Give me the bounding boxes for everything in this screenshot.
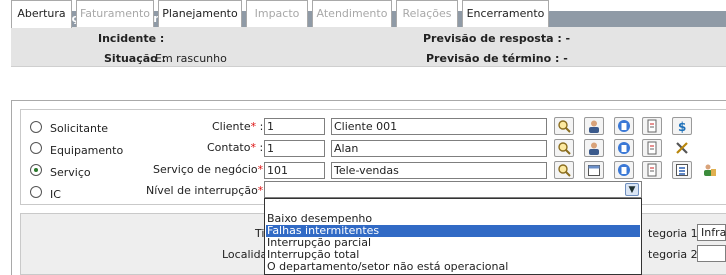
categoria2-input[interactable]: [697, 245, 726, 262]
document-contato-button[interactable]: [642, 139, 662, 157]
svg-text:$: $: [678, 120, 686, 133]
previsao-termino: Previsão de término : -: [426, 52, 568, 65]
localidade-label: Localida: [222, 248, 268, 261]
categoria1-input[interactable]: Infra: [697, 224, 726, 241]
nivel-label: Nível de interrupção* :: [146, 184, 271, 197]
radio-ic[interactable]: [30, 186, 42, 198]
tools-contato-button[interactable]: [672, 139, 692, 157]
user-cliente-button[interactable]: [584, 117, 604, 135]
magnifier-icon: [558, 120, 571, 133]
servico-name-input[interactable]: Tele-vendas: [331, 162, 547, 179]
radio-equipamento-label: Equipamento: [50, 144, 124, 157]
servico-code-input[interactable]: 101: [264, 162, 325, 179]
incidente-label: Incidente :: [98, 32, 165, 45]
document-icon: [647, 163, 657, 177]
nivel-select[interactable]: ▼: [264, 181, 642, 198]
info-circle-icon: [618, 142, 630, 154]
situacao-value: Em rascunho: [155, 52, 227, 65]
tab-planejamento[interactable]: Planejamento: [158, 0, 242, 27]
list-servico-button[interactable]: [672, 161, 692, 179]
contato-code-input[interactable]: 1: [264, 140, 325, 157]
contato-label: Contato* :: [207, 141, 264, 154]
document-icon: [647, 119, 657, 133]
magnifier-icon: [558, 164, 571, 177]
radio-servico-label: Serviço: [50, 166, 91, 179]
tab-relacoes[interactable]: Relações: [396, 0, 458, 27]
document-cliente-button[interactable]: [642, 117, 662, 135]
tools-icon: [676, 142, 688, 154]
user-contato-button[interactable]: [584, 139, 604, 157]
radio-ic-label: IC: [50, 188, 61, 201]
money-cliente-button[interactable]: $: [672, 117, 692, 135]
tab-atendimento[interactable]: Atendimento: [312, 0, 392, 27]
search-contato-button[interactable]: [554, 139, 574, 157]
search-servico-button[interactable]: [554, 161, 574, 179]
list-icon: [676, 164, 688, 176]
radio-solicitante[interactable]: [30, 121, 42, 133]
info-cliente-button[interactable]: [614, 117, 634, 135]
servico-label: Serviço de negócio* :: [153, 163, 270, 176]
cliente-label: Cliente* :: [212, 120, 264, 133]
user-group-servico-button[interactable]: [700, 161, 720, 179]
tab-faturamento[interactable]: Faturamento: [76, 0, 154, 27]
search-cliente-button[interactable]: [554, 117, 574, 135]
magnifier-icon: [558, 142, 571, 155]
document-servico-button[interactable]: [642, 161, 662, 179]
info-contato-button[interactable]: [614, 139, 634, 157]
radio-equipamento[interactable]: [30, 142, 42, 154]
users-icon: [704, 164, 716, 176]
tab-impacto[interactable]: Impacto: [246, 0, 308, 27]
dollar-icon: $: [678, 120, 686, 133]
cliente-name-input[interactable]: Cliente 001: [331, 118, 547, 135]
dropdown-option[interactable]: O departamento/setor não está operaciona…: [266, 261, 640, 273]
nivel-dropdown-list[interactable]: Baixo desempenho Falhas intermitentes In…: [264, 198, 642, 275]
previsao-resposta: Previsão de resposta : -: [423, 32, 571, 45]
radio-servico[interactable]: [30, 164, 42, 176]
calendar-servico-button[interactable]: [584, 161, 604, 179]
info-circle-icon: [618, 120, 630, 132]
user-icon: [589, 120, 599, 133]
calendar-icon: [588, 165, 600, 176]
chevron-down-icon[interactable]: ▼: [625, 183, 639, 196]
contato-name-input[interactable]: Alan: [331, 140, 547, 157]
cliente-code-input[interactable]: 1: [264, 118, 325, 135]
user-icon: [589, 142, 599, 155]
radio-solicitante-label: Solicitante: [50, 122, 109, 135]
info-circle-icon: [618, 164, 630, 176]
tab-encerramento[interactable]: Encerramento: [462, 0, 549, 27]
document-icon: [647, 141, 657, 155]
info-servico-button[interactable]: [614, 161, 634, 179]
tab-abertura[interactable]: Abertura: [11, 0, 72, 28]
